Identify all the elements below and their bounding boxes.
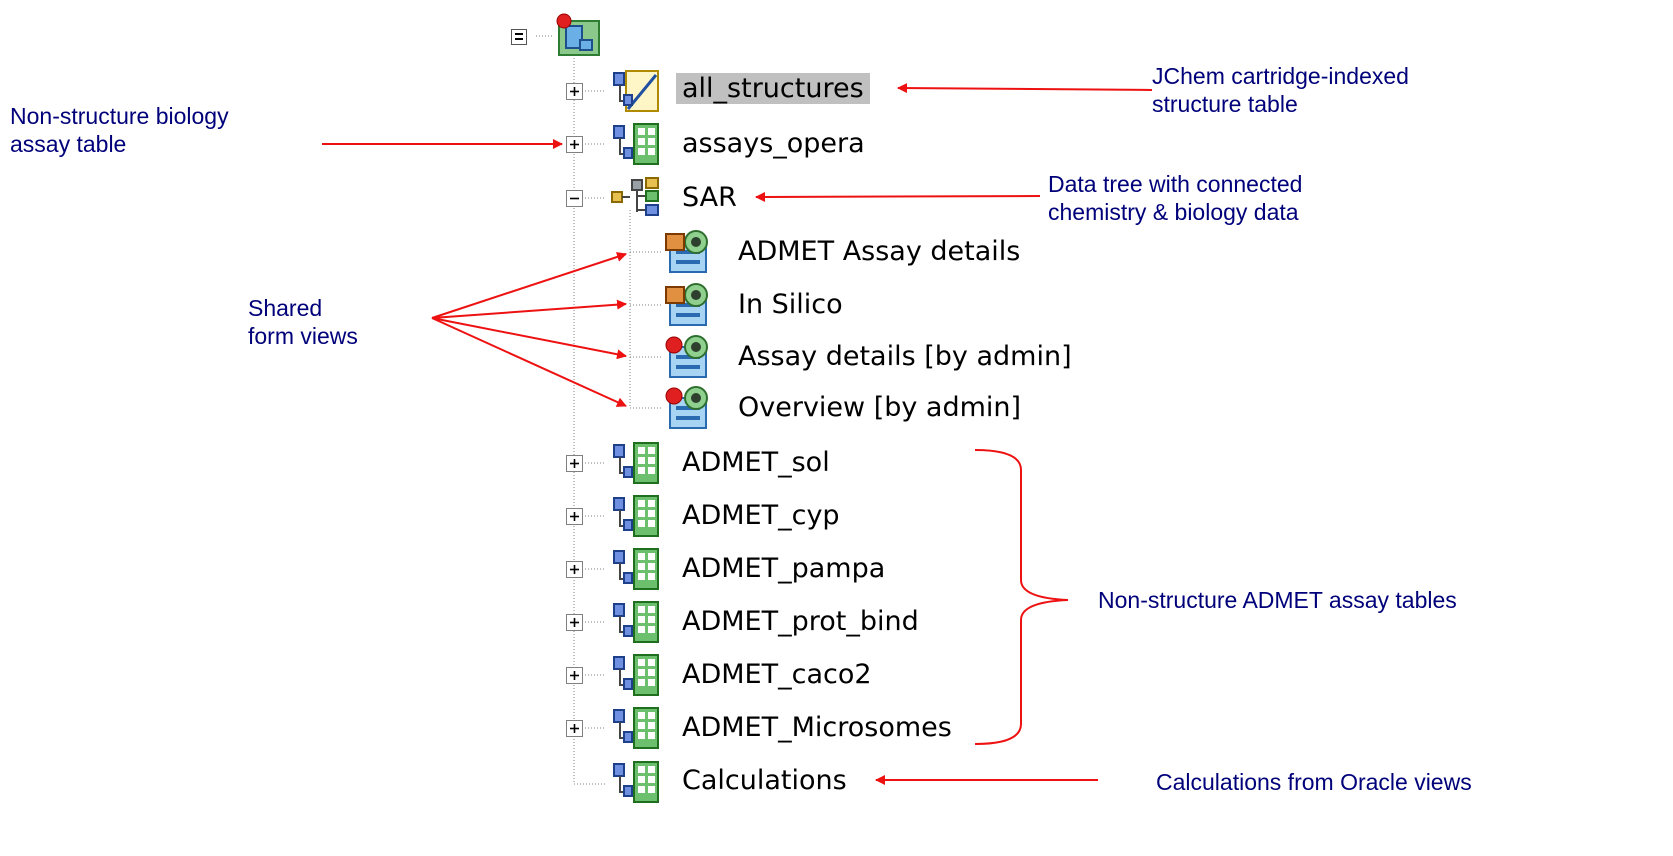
expand-admet-cyp-toggle[interactable]: [566, 508, 583, 525]
tree-node-admet-sol[interactable]: ADMET_sol: [682, 446, 830, 480]
note-shared: Shared form views: [248, 294, 358, 350]
note-line: chemistry & biology data: [1048, 199, 1299, 225]
tree-node-admet-pampa[interactable]: ADMET_pampa: [682, 552, 885, 586]
note-jchem: JChem cartridge-indexed structure table: [1152, 62, 1409, 118]
data-tree-icon: [611, 177, 659, 216]
data-table-icon: [613, 654, 659, 696]
tree-node-admet-microsomes[interactable]: ADMET_Microsomes: [682, 711, 952, 745]
note-line: JChem cartridge-indexed: [1152, 63, 1409, 89]
tree-node-calculations[interactable]: Calculations: [682, 764, 847, 798]
expand-admet-prot-bind-toggle[interactable]: [566, 614, 583, 631]
tree-node-all-structures[interactable]: all_structures: [676, 72, 870, 106]
expand-all-structures-toggle[interactable]: [566, 83, 583, 100]
note-line: Data tree with connected: [1048, 171, 1303, 197]
tree-node-admet-prot-bind[interactable]: ADMET_prot_bind: [682, 605, 919, 639]
note-calc: Calculations from Oracle views: [1156, 769, 1472, 795]
tree-node-admet-cyp[interactable]: ADMET_cyp: [682, 499, 840, 533]
admet-bracket: [974, 449, 1069, 745]
expand-admet-pampa-toggle[interactable]: [566, 561, 583, 578]
expand-admet-caco2-toggle[interactable]: [566, 667, 583, 684]
note-datatree: Data tree with connected chemistry & bio…: [1048, 170, 1302, 226]
note-admet: Non-structure ADMET assay tables: [1098, 587, 1457, 613]
arrow-shared-2: [431, 299, 627, 319]
data-table-icon: [613, 601, 659, 643]
schema-root-icon: [556, 13, 600, 56]
tree-node-assays-opera[interactable]: assays_opera: [682, 127, 865, 161]
data-table-icon: [613, 495, 659, 537]
collapse-sar-toggle[interactable]: [566, 190, 583, 207]
data-table-icon: [613, 761, 659, 803]
arrow-datatree: [755, 191, 1041, 202]
data-table-icon: [613, 707, 659, 749]
expand-admet-microsomes-toggle[interactable]: [566, 720, 583, 737]
form-view-in-silico[interactable]: In Silico: [738, 288, 843, 322]
note-line: assay table: [10, 131, 127, 157]
data-table-icon: [613, 548, 659, 590]
note-line: form views: [248, 323, 358, 349]
arrow-shared-4: [431, 317, 627, 407]
shared-form-view-icon: [665, 283, 708, 326]
note-line: structure table: [1152, 91, 1298, 117]
note-line: Non-structure biology: [10, 103, 229, 129]
note-line: Shared: [248, 295, 323, 321]
tree-node-label[interactable]: all_structures: [676, 73, 870, 104]
collapse-root-toggle[interactable]: [511, 29, 527, 45]
form-view-overview-by-admin[interactable]: Overview [by admin]: [738, 391, 1021, 425]
user-form-view-icon: [665, 335, 708, 378]
tree-node-admet-caco2[interactable]: ADMET_caco2: [682, 658, 872, 692]
data-table-icon: [613, 442, 659, 484]
data-table-icon: [613, 123, 659, 165]
structure-table-icon: [613, 70, 659, 112]
user-form-view-icon: [665, 386, 708, 429]
arrow-shared-1: [431, 252, 627, 319]
form-view-admet-assay-details[interactable]: ADMET Assay details: [738, 235, 1020, 269]
shared-form-view-icon: [665, 230, 708, 273]
tree-node-sar[interactable]: SAR: [682, 181, 737, 215]
arrow-jchem: [897, 83, 1153, 94]
expand-admet-sol-toggle[interactable]: [566, 455, 583, 472]
arrow-shared-3: [431, 317, 627, 360]
note-biology: Non-structure biology assay table: [10, 102, 229, 158]
expand-assays-opera-toggle[interactable]: [566, 136, 583, 153]
form-view-assay-details-by-admin[interactable]: Assay details [by admin]: [738, 340, 1072, 374]
